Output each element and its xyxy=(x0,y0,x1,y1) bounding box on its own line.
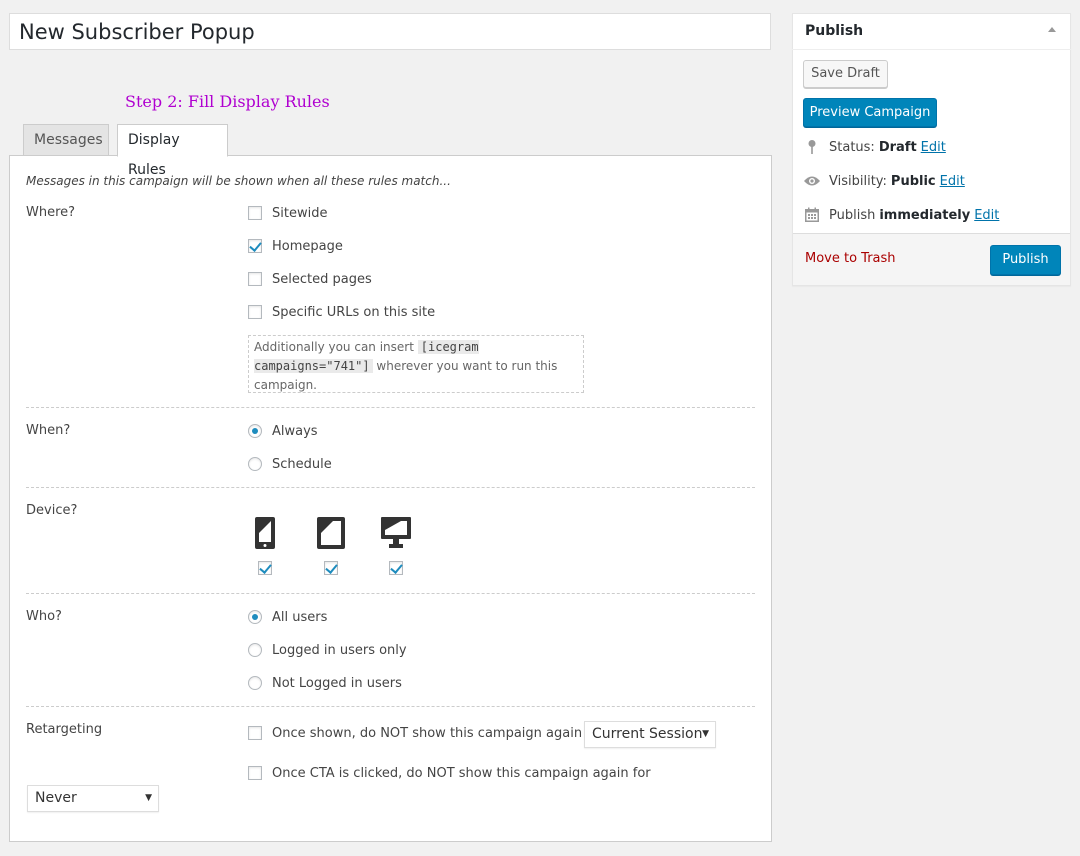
publish-button[interactable]: Publish xyxy=(990,245,1061,275)
visibility-row: Visibility: Public Edit xyxy=(803,172,965,190)
section-divider xyxy=(26,593,755,594)
when-option-schedule[interactable]: Schedule xyxy=(248,455,332,473)
option-label: Selected pages xyxy=(272,271,372,287)
option-label: Not Logged in users xyxy=(272,675,402,691)
desktop-checkbox[interactable] xyxy=(389,561,403,575)
select-value: Never xyxy=(35,790,77,806)
sitewide-checkbox[interactable] xyxy=(248,206,262,220)
where-option-sitewide[interactable]: Sitewide xyxy=(248,204,327,222)
retarget-cta-option[interactable]: Once CTA is clicked, do NOT show this ca… xyxy=(248,764,651,782)
status-label: Status: xyxy=(829,139,875,155)
selected-pages-checkbox[interactable] xyxy=(248,272,262,286)
option-label: Homepage xyxy=(272,238,343,254)
calendar-icon xyxy=(803,206,821,224)
section-divider xyxy=(26,407,755,408)
retargeting-label: Retargeting xyxy=(26,722,103,737)
schedule-label: Publish xyxy=(829,207,876,223)
who-label: Who? xyxy=(26,609,62,624)
move-to-trash-link[interactable]: Move to Trash xyxy=(805,251,896,266)
publish-box-title: Publish xyxy=(805,23,864,39)
tab-display-rules[interactable]: Display Rules xyxy=(117,124,228,178)
schedule-value: immediately xyxy=(879,207,971,223)
logged-in-radio[interactable] xyxy=(248,643,262,657)
section-divider xyxy=(26,706,755,707)
tablet-icon xyxy=(317,517,345,549)
dropdown-arrow-icon: ▼ xyxy=(145,793,152,803)
who-option-all-users[interactable]: All users xyxy=(248,608,327,626)
edit-visibility-link[interactable]: Edit xyxy=(940,174,965,189)
title-field[interactable] xyxy=(9,13,771,50)
device-label: Device? xyxy=(26,503,78,518)
campaign-title-input[interactable] xyxy=(10,14,770,49)
schedule-row: Publish immediately Edit xyxy=(803,206,999,224)
always-radio[interactable] xyxy=(248,424,262,438)
status-value: Draft xyxy=(878,139,917,155)
note-prefix: Additionally you can insert xyxy=(254,340,418,354)
shortcode-note: Additionally you can insert [icegram cam… xyxy=(248,335,584,393)
when-label: When? xyxy=(26,423,71,438)
option-label: All users xyxy=(272,609,328,625)
preview-campaign-button[interactable]: Preview Campaign xyxy=(803,98,937,127)
option-label: Logged in users only xyxy=(272,642,407,658)
option-label: Once CTA is clicked, do NOT show this ca… xyxy=(272,765,651,781)
edit-schedule-link[interactable]: Edit xyxy=(974,208,999,223)
option-label: Schedule xyxy=(272,456,332,472)
section-divider xyxy=(26,487,755,488)
schedule-radio[interactable] xyxy=(248,457,262,471)
where-option-homepage[interactable]: Homepage xyxy=(248,237,343,255)
mobile-checkbox[interactable] xyxy=(258,561,272,575)
mobile-icon xyxy=(255,517,275,549)
who-option-not-logged-in[interactable]: Not Logged in users xyxy=(248,674,402,692)
when-option-always[interactable]: Always xyxy=(248,422,318,440)
retarget-cta-checkbox[interactable] xyxy=(248,766,262,780)
rules-intro: Messages in this campaign will be shown … xyxy=(26,174,451,188)
option-label: Sitewide xyxy=(272,205,328,221)
step-label: Step 2: Fill Display Rules xyxy=(125,92,330,111)
eye-icon xyxy=(803,172,821,190)
option-label: Once shown, do NOT show this campaign ag… xyxy=(272,725,605,741)
who-option-logged-in[interactable]: Logged in users only xyxy=(248,641,407,659)
tab-messages[interactable]: Messages xyxy=(23,124,109,156)
pin-icon xyxy=(803,138,821,156)
collapse-arrow-icon[interactable] xyxy=(1048,27,1056,32)
select-value: Current Session xyxy=(592,726,703,742)
save-draft-button[interactable]: Save Draft xyxy=(803,60,888,88)
tablet-checkbox[interactable] xyxy=(324,561,338,575)
all-users-radio[interactable] xyxy=(248,610,262,624)
retarget-cta-select[interactable]: Never ▼ xyxy=(27,785,159,812)
desktop-icon xyxy=(381,517,411,548)
edit-status-link[interactable]: Edit xyxy=(921,140,946,155)
visibility-value: Public xyxy=(890,173,936,189)
where-option-specific-urls[interactable]: Specific URLs on this site xyxy=(248,303,435,321)
option-label: Specific URLs on this site xyxy=(272,304,436,320)
retarget-shown-select[interactable]: Current Session ▼ xyxy=(584,721,716,748)
retarget-shown-option[interactable]: Once shown, do NOT show this campaign ag… xyxy=(248,724,604,742)
specific-urls-checkbox[interactable] xyxy=(248,305,262,319)
not-logged-in-radio[interactable] xyxy=(248,676,262,690)
retarget-shown-checkbox[interactable] xyxy=(248,726,262,740)
dropdown-arrow-icon: ▼ xyxy=(702,729,709,739)
status-row: Status: Draft Edit xyxy=(803,138,946,156)
visibility-label: Visibility: xyxy=(829,173,887,189)
where-option-selected-pages[interactable]: Selected pages xyxy=(248,270,372,288)
option-label: Always xyxy=(272,423,318,439)
homepage-checkbox[interactable] xyxy=(248,239,262,253)
where-label: Where? xyxy=(26,205,76,220)
